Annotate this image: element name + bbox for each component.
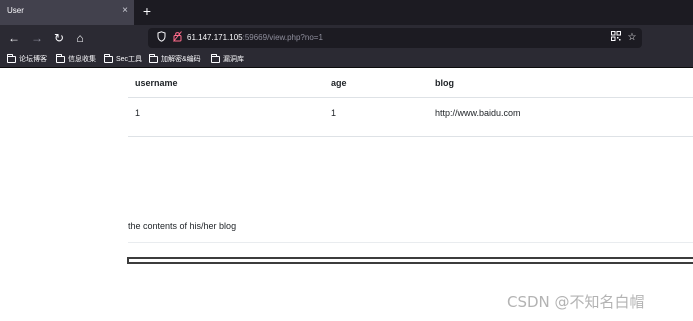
tab-active[interactable]: User × (0, 0, 134, 25)
bookmark-folder[interactable]: 漏洞库 (211, 53, 244, 66)
forward-button[interactable]: → (30, 30, 44, 46)
tab-title: User (7, 6, 24, 15)
cell-age: 1 (331, 108, 337, 118)
url-bar[interactable]: 61.147.171.105:59669/view.php?no=1 ☆ (148, 28, 642, 48)
tab-strip: User × + (0, 0, 693, 25)
back-button[interactable]: ← (7, 30, 21, 46)
folder-icon (7, 54, 16, 63)
header-username: username (135, 78, 178, 88)
cell-username: 1 (135, 108, 141, 118)
folder-icon (104, 54, 113, 63)
reload-button[interactable]: ↻ (52, 30, 66, 46)
bookmark-folder[interactable]: Sec工具 (104, 53, 142, 66)
page-content: username age blog 1 1 http://www.baidu.c… (0, 68, 693, 321)
header-age: age (331, 78, 347, 88)
bookmark-star-icon[interactable]: ☆ (626, 31, 638, 45)
bookmark-folder[interactable]: 信息收集 (56, 53, 96, 66)
home-button[interactable]: ⌂ (73, 30, 87, 46)
url-host: 61.147.171.105 (187, 33, 243, 42)
bookmark-folder[interactable]: 论坛博客 (7, 53, 47, 66)
divider (128, 242, 693, 243)
shield-icon[interactable] (155, 31, 167, 45)
header-blog: blog (435, 78, 454, 88)
bookmarks-toolbar: 论坛博客 信息收集 Sec工具 加解密&编码 漏洞库 (0, 51, 693, 68)
qr-code-icon[interactable] (610, 31, 622, 45)
bookmark-folder[interactable]: 加解密&编码 (149, 53, 201, 66)
cell-blog: http://www.baidu.com (435, 108, 521, 118)
close-tab-icon[interactable]: × (119, 4, 131, 18)
watermark: CSDN @不知名白帽 (507, 293, 645, 311)
blog-iframe[interactable] (127, 257, 693, 264)
lock-insecure-icon[interactable] (171, 31, 183, 45)
url-path: :59669/view.php?no=1 (242, 33, 323, 42)
table-header-row: username age blog (128, 68, 693, 98)
navigation-toolbar: ← → ↻ ⌂ 61.147.171.105:59669/view.php?no… (0, 25, 693, 51)
table-row: 1 1 http://www.baidu.com (128, 98, 693, 137)
folder-icon (149, 54, 158, 63)
folder-icon (56, 54, 65, 63)
blog-caption: the contents of his/her blog (128, 221, 237, 231)
folder-icon (211, 54, 220, 63)
url-text[interactable]: 61.147.171.105:59669/view.php?no=1 (187, 33, 323, 42)
new-tab-button[interactable]: + (140, 3, 154, 19)
